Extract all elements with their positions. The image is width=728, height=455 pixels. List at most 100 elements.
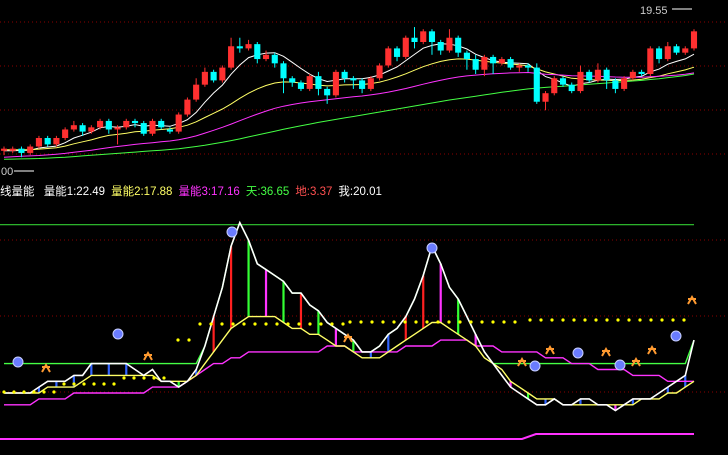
support-dot <box>348 320 352 324</box>
support-dot <box>458 320 462 324</box>
signal-orb-icon <box>670 330 682 342</box>
candle-body <box>656 48 663 60</box>
candle-body <box>166 129 174 132</box>
candle-body <box>53 138 60 145</box>
candle-body <box>359 80 366 89</box>
candle-body <box>201 71 208 85</box>
support-dot <box>359 320 363 324</box>
support-dot <box>649 318 653 322</box>
candle-body <box>690 31 698 49</box>
candle-body <box>586 71 593 81</box>
candle-body <box>262 54 270 60</box>
candle-body <box>490 56 497 64</box>
indicator-legend: 线量能 量能1:22.49 量能2:17.88 量能3:17.16 天:36.65 地:… <box>0 184 394 200</box>
support-dot <box>220 322 224 326</box>
support-dot <box>2 390 6 394</box>
candle-body <box>228 46 235 68</box>
candle-body <box>577 71 584 92</box>
candle-body <box>271 54 278 64</box>
support-dot <box>286 322 290 326</box>
candle-body <box>131 120 139 124</box>
candle-body <box>44 138 51 145</box>
candle-body <box>385 48 392 66</box>
candle-body <box>437 42 444 51</box>
candle-body <box>184 99 191 115</box>
support-dot <box>370 320 374 324</box>
support-dot <box>638 318 642 322</box>
signal-figure-icon <box>343 332 353 343</box>
legend-item: 我:20.01 <box>338 186 382 198</box>
candle-body <box>568 84 575 92</box>
candle-body <box>507 59 514 68</box>
support-dot <box>539 318 543 322</box>
support-dot <box>425 320 429 324</box>
support-dot <box>341 322 345 326</box>
signal-figure-icon <box>517 356 527 367</box>
support-dot <box>513 320 517 324</box>
signal-orb-icon <box>112 328 124 340</box>
support-dot <box>253 322 257 326</box>
candle-body <box>254 44 261 60</box>
indicator-line <box>4 220 695 412</box>
support-dot <box>42 390 46 394</box>
candle-body <box>516 65 523 68</box>
candle-body <box>533 67 540 102</box>
signal-orb-icon <box>614 359 626 371</box>
support-dot <box>671 318 675 322</box>
candle-body <box>664 46 671 60</box>
signal-orb-icon <box>529 360 541 372</box>
support-dot <box>605 318 609 322</box>
candle-body <box>376 65 383 79</box>
support-dot <box>627 318 631 322</box>
candle-body <box>428 31 436 42</box>
support-dot <box>12 390 16 394</box>
support-dot <box>162 376 166 380</box>
signal-orb-icon <box>426 242 438 254</box>
signal-figure-icon <box>143 350 153 361</box>
support-dot <box>187 338 191 342</box>
signal-figure-icon <box>687 294 697 305</box>
support-dot <box>447 320 451 324</box>
support-dot <box>528 318 532 322</box>
candle-body <box>280 63 287 79</box>
support-dot <box>122 376 126 380</box>
low-price-label: 00 <box>1 166 13 178</box>
support-dot <box>682 318 686 322</box>
signal-orb-icon <box>572 347 584 359</box>
candle-body <box>612 80 619 89</box>
legend-item: 地:3.37 <box>295 186 333 198</box>
support-dot <box>436 320 440 324</box>
support-dot <box>491 320 495 324</box>
legend-item: 量能2:17.88 <box>111 186 173 198</box>
ground-level-line <box>0 433 694 440</box>
support-dot <box>319 322 323 326</box>
candle-body <box>149 120 156 134</box>
high-price-label: 19.55 <box>640 5 668 17</box>
signal-figure-icon <box>601 346 611 357</box>
candle-body <box>420 31 427 42</box>
candle-body <box>594 69 601 81</box>
signal-figure-icon <box>545 344 555 355</box>
support-dot <box>414 320 418 324</box>
legend-item: 量能1:22.49 <box>43 186 106 198</box>
candle-body <box>455 37 462 53</box>
candle-body <box>175 114 182 132</box>
moving-average-line <box>3 73 695 160</box>
support-dot <box>572 318 576 322</box>
support-dot <box>381 320 385 324</box>
support-dot <box>308 322 312 326</box>
candle-body <box>70 125 77 130</box>
candle-body <box>105 120 112 130</box>
candle-body <box>219 67 226 81</box>
indicator-line <box>4 339 694 406</box>
support-dot <box>72 382 76 386</box>
legend-item: 量能3:17.16 <box>178 186 240 198</box>
candle-body <box>332 71 339 96</box>
signal-figure-icon <box>41 362 51 373</box>
candle-body <box>210 71 217 81</box>
support-dot <box>92 382 96 386</box>
legend-items: 量能1:22.49 量能2:17.88 量能3:17.16 天:36.65 地:3.37… <box>44 186 388 198</box>
candle-body <box>9 148 16 151</box>
support-dot <box>469 320 473 324</box>
candle-body <box>315 76 322 89</box>
